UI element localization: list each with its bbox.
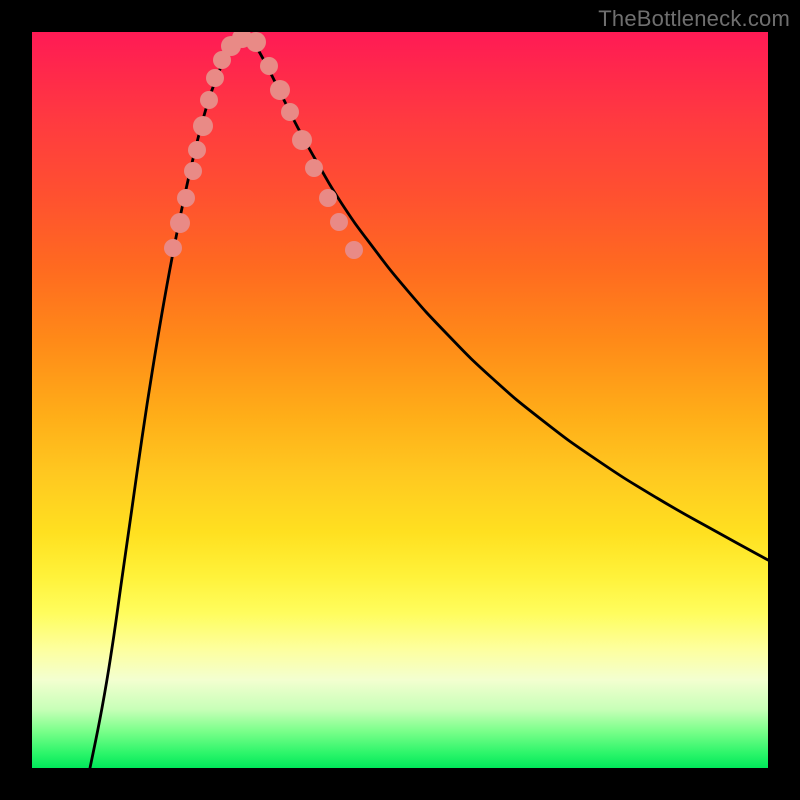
chart-frame: TheBottleneck.com bbox=[0, 0, 800, 800]
right-curve bbox=[248, 34, 768, 560]
chart-plot-area bbox=[32, 32, 768, 768]
overlay-dot bbox=[281, 103, 299, 121]
overlay-dot bbox=[270, 80, 290, 100]
overlay-dots-layer bbox=[164, 32, 363, 259]
overlay-dot bbox=[305, 159, 323, 177]
overlay-dot bbox=[260, 57, 278, 75]
overlay-dot bbox=[292, 130, 312, 150]
overlay-dot bbox=[330, 213, 348, 231]
overlay-dot bbox=[164, 239, 182, 257]
left-curve bbox=[90, 34, 248, 768]
chart-svg bbox=[32, 32, 768, 768]
overlay-dot bbox=[206, 69, 224, 87]
watermark-text: TheBottleneck.com bbox=[598, 6, 790, 32]
overlay-dot bbox=[193, 116, 213, 136]
overlay-dot bbox=[246, 32, 266, 52]
overlay-dot bbox=[184, 162, 202, 180]
overlay-dot bbox=[177, 189, 195, 207]
overlay-dot bbox=[345, 241, 363, 259]
overlay-dot bbox=[319, 189, 337, 207]
overlay-dot bbox=[170, 213, 190, 233]
overlay-dot bbox=[200, 91, 218, 109]
overlay-dot bbox=[188, 141, 206, 159]
